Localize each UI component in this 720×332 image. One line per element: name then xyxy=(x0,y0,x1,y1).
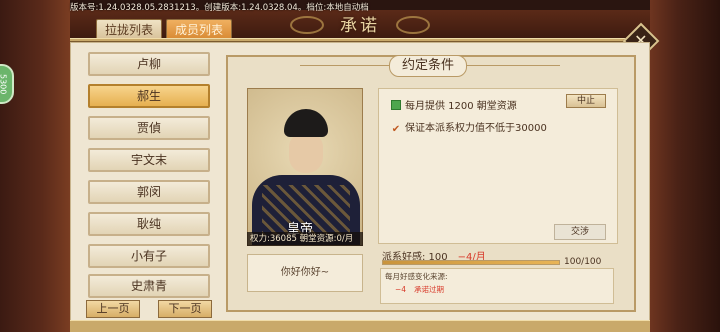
member-list: 卢柳 郝生 贾偵 宇文末 郭闵 耿纯 小有子 史肃青 xyxy=(84,48,214,300)
affinity-bar xyxy=(382,260,560,265)
affinity-max: 100/100 xyxy=(564,257,602,267)
portrait-hat xyxy=(284,109,328,137)
list-item[interactable]: 史肃青 xyxy=(88,274,210,298)
crest-ornament-right xyxy=(396,16,430,34)
list-item[interactable]: 宇文末 xyxy=(88,148,210,172)
change-amount: −4 xyxy=(395,285,407,294)
list-item-selected[interactable]: 郝生 xyxy=(88,84,210,108)
stop-button[interactable]: 中止 xyxy=(566,94,606,108)
bottom-rail xyxy=(70,320,650,332)
portrait-face xyxy=(289,133,323,173)
square-marker-icon xyxy=(391,100,401,110)
terms-box: 每月提供 1200 朝堂资源 ✔ 保证本派系权力值不低于30000 xyxy=(378,88,618,244)
check-icon: ✔ xyxy=(391,124,401,135)
left-curtain: 5300 xyxy=(0,0,70,332)
page-title: 承诺 xyxy=(340,15,380,36)
change-reason: 承诺过期 xyxy=(414,285,445,294)
crest-ornament-left xyxy=(290,16,324,34)
prev-page-button[interactable]: 上一页 xyxy=(86,300,140,318)
list-item[interactable]: 郭闵 xyxy=(88,180,210,204)
character-stats: 权力:36085 朝堂资源:0/月 xyxy=(247,232,363,246)
tab-recruit-list[interactable]: 拉拢列表 xyxy=(96,19,163,39)
list-item[interactable]: 耿纯 xyxy=(88,212,210,236)
term-row: ✔ 保证本派系权力值不低于30000 xyxy=(391,119,547,135)
list-item[interactable]: 贾偵 xyxy=(88,116,210,140)
affinity-change-box: 每月好感变化来源: −4 承诺过期 xyxy=(380,268,614,304)
next-page-button[interactable]: 下一页 xyxy=(158,300,212,318)
list-item[interactable]: 小有子 xyxy=(88,244,210,268)
term-row: 每月提供 1200 朝堂资源 xyxy=(391,97,517,112)
affinity-bar-fill xyxy=(383,261,559,264)
negotiate-button[interactable]: 交涉 xyxy=(554,224,606,240)
title-crest: 承诺 xyxy=(290,6,430,40)
change-entry: −4 承诺过期 xyxy=(385,284,609,295)
character-greeting: 你好你好~ xyxy=(247,254,363,292)
side-badge[interactable]: 5300 xyxy=(0,64,14,104)
section-title: 约定条件 xyxy=(389,55,467,77)
term-text: 每月提供 1200 朝堂资源 xyxy=(405,101,517,112)
tab-member-list[interactable]: 成员列表 xyxy=(166,19,233,39)
change-title: 每月好感变化来源: xyxy=(385,272,448,281)
term-text: 保证本派系权力值不低于30000 xyxy=(405,123,547,134)
list-item[interactable]: 卢柳 xyxy=(88,52,210,76)
right-curtain xyxy=(650,0,720,332)
